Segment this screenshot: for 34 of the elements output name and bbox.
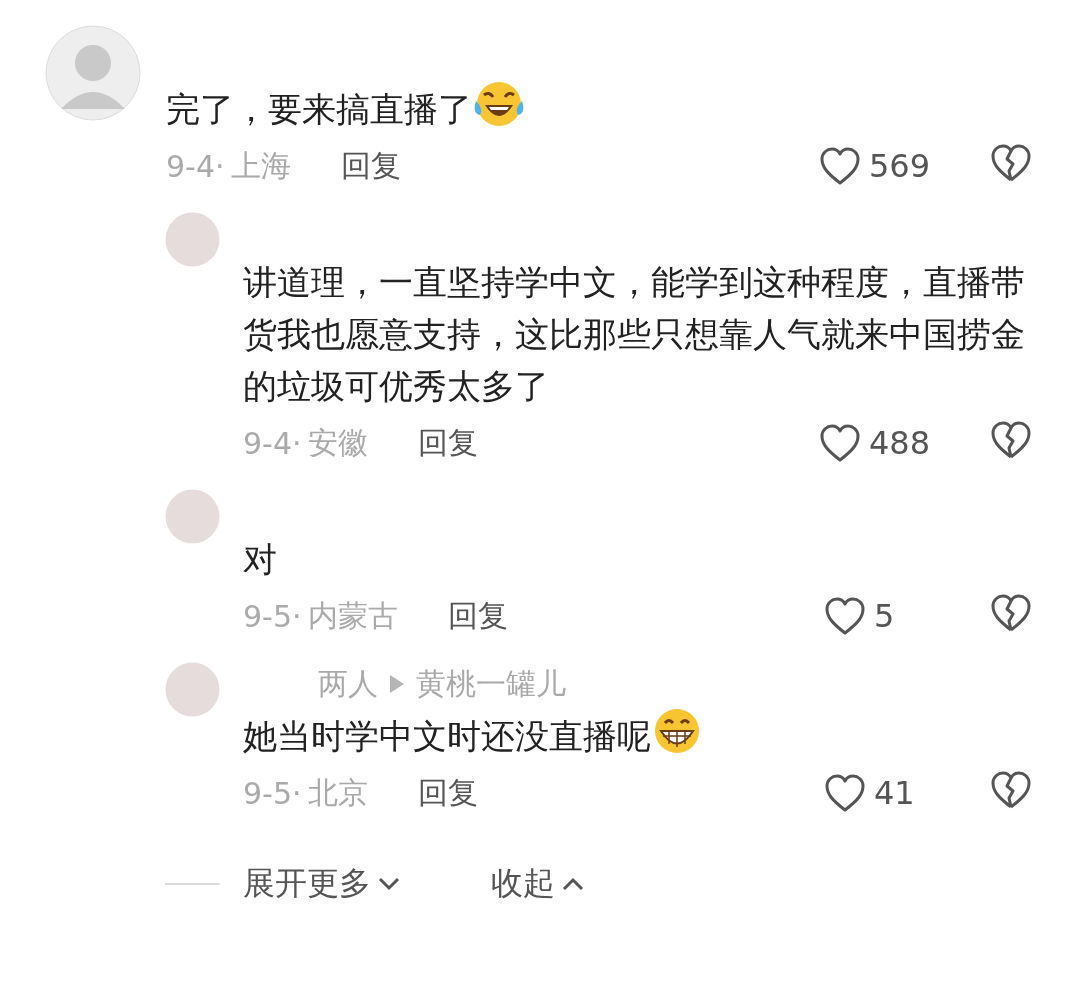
comment-date: 9-4·	[243, 425, 302, 461]
chevron-down-icon	[377, 876, 401, 892]
comment-text: 对	[243, 538, 278, 581]
comment-text: 完了，要来搞直播了	[166, 79, 1032, 135]
comment-location: 安徽	[307, 423, 368, 462]
collapse-button[interactable]: 收起	[491, 862, 585, 906]
broken-heart-icon[interactable]	[990, 769, 1032, 810]
laughing-emoji-icon	[472, 79, 526, 129]
reply-link[interactable]: 回复	[417, 422, 478, 464]
comment-text: 讲道理，一直坚持学中文，能学到这种程度，直播带货我也愿意支持，这比那些只想靠人气就来中国捞金的垃圾可优秀太多了	[243, 261, 1026, 408]
comment-location: 北京	[307, 773, 368, 812]
reply-link[interactable]: 回复	[340, 145, 401, 187]
heart-icon[interactable]	[824, 773, 866, 813]
like-count: 41	[874, 774, 916, 812]
broken-heart-icon[interactable]	[990, 419, 1032, 460]
comment-date: 9-4·	[166, 148, 225, 184]
heart-icon[interactable]	[818, 423, 861, 463]
comment-date: 9-5·	[243, 775, 302, 811]
expand-more-button[interactable]: 展开更多	[243, 862, 401, 906]
comment-location: 内蒙古	[307, 596, 398, 635]
comment-date: 9-5·	[243, 598, 302, 634]
broken-heart-icon[interactable]	[990, 142, 1032, 183]
like-count: 569	[868, 147, 930, 185]
reply-link[interactable]: 回复	[417, 772, 478, 814]
comment-location: 上海	[230, 146, 291, 185]
chevron-up-icon	[561, 876, 585, 892]
reply-link[interactable]: 回复	[447, 595, 508, 637]
heart-icon[interactable]	[824, 596, 866, 636]
heart-icon[interactable]	[818, 146, 861, 186]
comment-text: 她当时学中文时还没直播呢	[243, 706, 1032, 762]
like-count: 488	[868, 424, 930, 462]
broken-heart-icon[interactable]	[990, 592, 1032, 633]
arrow-icon	[390, 675, 404, 693]
like-count: 5	[874, 597, 896, 635]
